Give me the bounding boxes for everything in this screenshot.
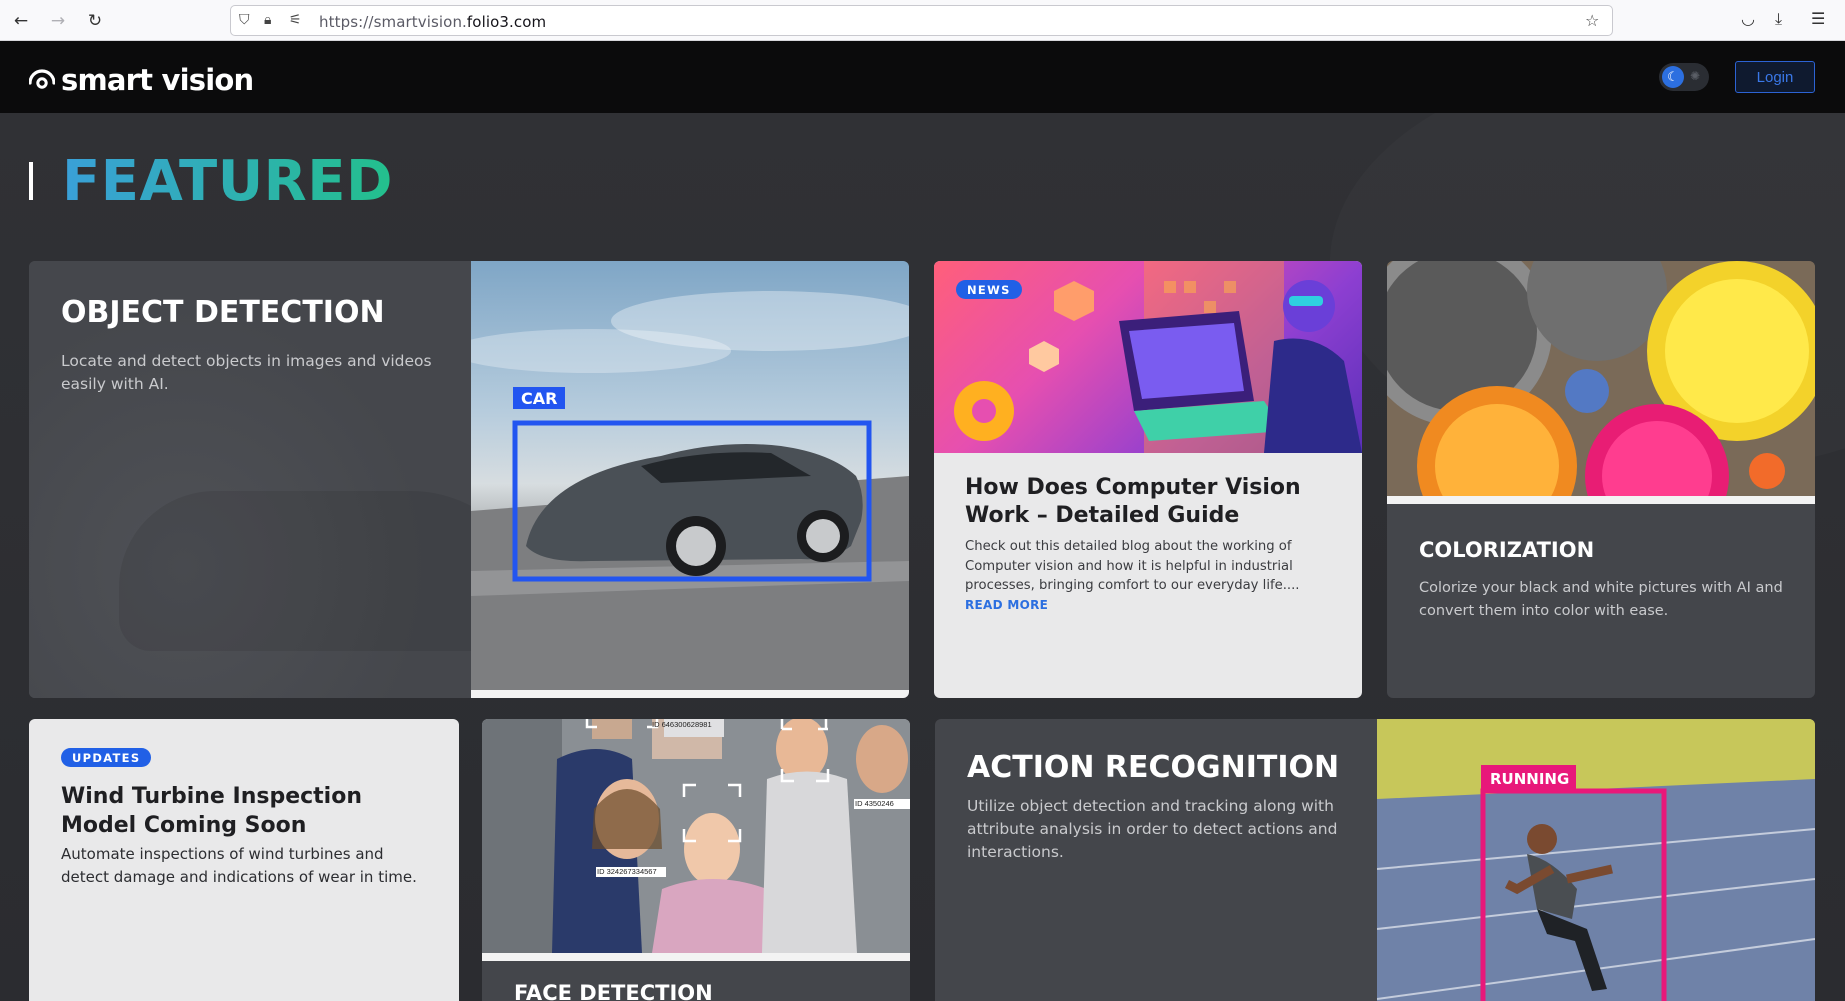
news-badge: NEWS <box>956 280 1022 299</box>
blog-description: Check out this detailed blog about the w… <box>965 537 1340 615</box>
url-text[interactable]: https://smartvision.folio3.com <box>319 13 546 31</box>
updates-title[interactable]: Wind Turbine Inspection Model Coming Soo… <box>61 782 431 840</box>
colorization-image <box>1387 261 1815 496</box>
back-arrow-icon[interactable]: ← <box>8 8 34 34</box>
forward-arrow-icon[interactable]: → <box>45 8 71 34</box>
updates-description: Automate inspections of wind turbines an… <box>61 845 417 886</box>
running-detection-box <box>1480 765 1667 1001</box>
card-description: Colorize your black and white pictures w… <box>1419 580 1783 619</box>
card-title: COLORIZATION <box>1419 538 1595 562</box>
site-logo[interactable]: smart vision <box>29 63 254 97</box>
shield-icon[interactable]: ⛉ <box>239 12 250 28</box>
site-header: smart vision ☾ ✺ Login <box>0 41 1845 113</box>
blog-description-text: Check out this detailed blog about the w… <box>965 539 1300 593</box>
permissions-icon[interactable]: ⚟ <box>289 12 302 28</box>
pocket-icon[interactable]: ◡ <box>1741 9 1755 28</box>
blog-illustration: NEWS <box>934 261 1362 453</box>
eye-logo-icon <box>29 69 55 89</box>
face-id-label: ID 4350246 <box>855 799 894 808</box>
star-icon[interactable]: ☆ <box>1585 11 1599 30</box>
download-icon[interactable]: ⤓ <box>1775 9 1782 29</box>
running-box-label: RUNNING <box>1490 770 1570 788</box>
theme-toggle[interactable]: ☾ ✺ <box>1659 63 1709 91</box>
address-bar[interactable]: ⛉ 🔒︎ ⚟ https://smartvision.folio3.com ☆ <box>230 5 1613 36</box>
card-title: FACE DETECTION <box>514 981 713 1001</box>
card-action-recognition[interactable]: ACTION RECOGNITION Utilize object detect… <box>935 719 1815 1001</box>
face-detection-photo: ID 646300628981 ID 324267334567 ID 43502… <box>482 719 910 953</box>
crowd-faces-image <box>482 719 910 953</box>
featured-accent-bar <box>29 162 33 200</box>
logo-text: smart vision <box>61 63 254 97</box>
featured-heading: FEATURED <box>62 149 394 214</box>
moon-icon: ☾ <box>1662 66 1684 88</box>
lock-icon[interactable]: 🔒︎ <box>264 12 271 28</box>
card-object-detection[interactable]: OBJECT DETECTION Locate and detect objec… <box>29 261 909 698</box>
blog-title[interactable]: How Does Computer Vision Work – Detailed… <box>965 474 1340 530</box>
card-image-divider <box>1387 496 1815 504</box>
card-blog-news[interactable]: NEWS How Does Computer Vision Work – Det… <box>934 261 1362 698</box>
sun-icon: ✺ <box>1690 69 1701 83</box>
car-detection-box <box>512 387 872 582</box>
reload-icon[interactable]: ↻ <box>82 8 108 34</box>
card-image-divider <box>482 953 910 961</box>
card-updates[interactable]: UPDATES Wind Turbine Inspection Model Co… <box>29 719 459 1001</box>
card-face-detection[interactable]: ID 646300628981 ID 324267334567 ID 43502… <box>482 719 910 1001</box>
read-more-link[interactable]: READ MORE <box>965 598 1048 612</box>
url-host: folio3.com <box>466 13 547 31</box>
updates-badge: UPDATES <box>61 748 152 767</box>
main-content: FEATURED OBJECT DETECTION Locate and det… <box>0 113 1845 1001</box>
color-powder-photo <box>1387 261 1815 496</box>
browser-toolbar: ← → ↻ ⛉ 🔒︎ ⚟ https://smartvision.folio3.… <box>0 0 1845 41</box>
car-box-label: CAR <box>521 389 558 408</box>
hamburger-menu-icon[interactable]: ☰ <box>1811 9 1825 28</box>
face-id-label: ID 324267334567 <box>597 867 657 876</box>
login-button[interactable]: Login <box>1735 61 1815 93</box>
url-prefix: https://smartvision. <box>319 13 467 31</box>
card-colorization[interactable]: COLORIZATION Colorize your black and whi… <box>1387 261 1815 698</box>
face-id-label: ID 646300628981 <box>652 720 712 729</box>
